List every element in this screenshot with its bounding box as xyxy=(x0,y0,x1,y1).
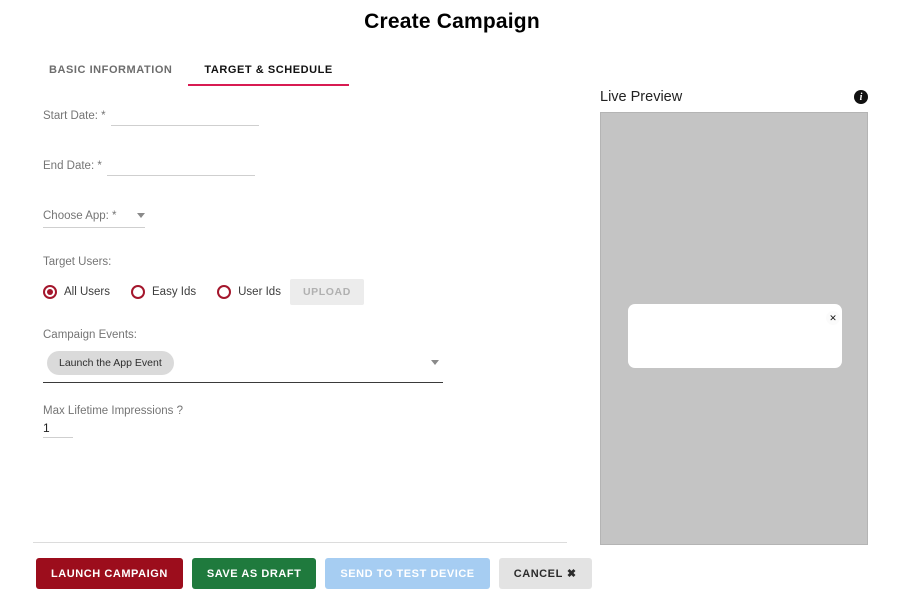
tab-target-and-schedule-label: TARGET & SCHEDULE xyxy=(204,64,332,76)
start-date-input[interactable] xyxy=(111,108,259,126)
active-tab-indicator xyxy=(188,84,348,86)
form-divider xyxy=(33,542,567,543)
max-lifetime-impressions-label: Max Lifetime Impressions ? xyxy=(43,403,563,419)
radio-icon-user-ids xyxy=(217,285,231,299)
campaign-event-chip[interactable]: Launch the App Event xyxy=(47,351,174,375)
max-lifetime-impressions-field: Max Lifetime Impressions ? xyxy=(43,403,563,438)
choose-app-label: Choose App: * xyxy=(43,208,125,224)
upload-button[interactable]: UPLOAD xyxy=(290,279,364,305)
launch-campaign-button[interactable]: LAUNCH CAMPAIGN xyxy=(36,558,183,589)
cancel-button[interactable]: CANCEL ✖ xyxy=(499,558,592,589)
tab-bar: BASIC INFORMATION TARGET & SCHEDULE xyxy=(33,60,349,86)
create-campaign-page: Create Campaign BASIC INFORMATION TARGET… xyxy=(0,0,904,610)
live-preview-panel: Live Preview i ✕ xyxy=(600,86,868,545)
start-date-label: Start Date: * xyxy=(43,108,106,126)
radio-icon-easy-ids xyxy=(131,285,145,299)
radio-icon-all-users xyxy=(43,285,57,299)
action-button-bar: LAUNCH CAMPAIGN SAVE AS DRAFT SEND TO TE… xyxy=(36,558,601,589)
end-date-label: End Date: * xyxy=(43,158,102,176)
send-to-test-device-button[interactable]: SEND TO TEST DEVICE xyxy=(325,558,489,589)
tab-basic-information[interactable]: BASIC INFORMATION xyxy=(33,60,188,86)
choose-app-select[interactable]: Choose App: * xyxy=(43,208,145,228)
info-icon[interactable]: i xyxy=(854,90,868,104)
campaign-form: Start Date: * End Date: * Choose App: * … xyxy=(43,108,563,438)
choose-app-field: Choose App: * xyxy=(43,208,563,228)
preview-close-icon[interactable]: ✕ xyxy=(826,311,840,325)
live-preview-header: Live Preview i xyxy=(600,86,868,108)
chevron-down-icon xyxy=(137,213,145,218)
target-users-field: Target Users: All Users Easy Ids User Id… xyxy=(43,254,563,305)
tab-target-and-schedule[interactable]: TARGET & SCHEDULE xyxy=(188,60,348,86)
tab-basic-information-label: BASIC INFORMATION xyxy=(49,64,172,76)
radio-label-easy-ids: Easy Ids xyxy=(152,286,196,298)
radio-label-user-ids: User Ids xyxy=(238,286,281,298)
live-preview-stage: ✕ xyxy=(600,112,868,545)
save-as-draft-button[interactable]: SAVE AS DRAFT xyxy=(192,558,317,589)
max-lifetime-impressions-input[interactable] xyxy=(43,421,73,438)
live-preview-title: Live Preview xyxy=(600,89,682,105)
campaign-events-select[interactable]: Launch the App Event xyxy=(43,347,443,383)
radio-option-all-users[interactable]: All Users xyxy=(43,285,110,299)
target-users-radio-group: All Users Easy Ids User Ids UPLOAD xyxy=(43,279,563,305)
end-date-field: End Date: * xyxy=(43,158,563,176)
target-users-label: Target Users: xyxy=(43,254,563,270)
campaign-events-field: Campaign Events: Launch the App Event xyxy=(43,327,563,383)
preview-message-card xyxy=(628,304,842,368)
start-date-field: Start Date: * xyxy=(43,108,563,126)
radio-option-easy-ids[interactable]: Easy Ids xyxy=(131,285,196,299)
close-icon: ✖ xyxy=(567,568,577,580)
page-title: Create Campaign xyxy=(0,10,904,34)
radio-label-all-users: All Users xyxy=(64,286,110,298)
end-date-input[interactable] xyxy=(107,158,255,176)
campaign-events-label: Campaign Events: xyxy=(43,327,563,343)
radio-option-user-ids[interactable]: User Ids xyxy=(217,285,281,299)
cancel-button-label: CANCEL xyxy=(514,568,563,580)
chevron-down-icon-events xyxy=(431,360,439,365)
